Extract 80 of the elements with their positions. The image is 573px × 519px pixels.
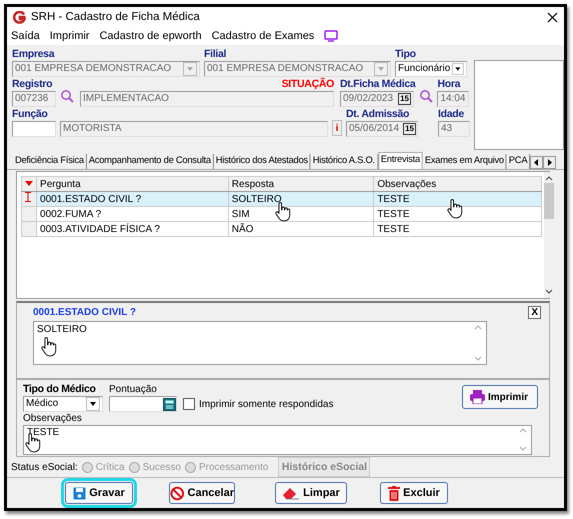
- menu-item[interactable]: Saída: [11, 30, 40, 42]
- id-field[interactable]: 007236: [12, 91, 56, 107]
- name-field[interactable]: IMPLEMENTACAO: [80, 91, 334, 107]
- trash-icon: [388, 486, 400, 500]
- field-label: Dt.Ficha Médica: [340, 78, 416, 91]
- table-cell: TESTE: [374, 222, 542, 236]
- table-cell: NÃO: [228, 222, 374, 236]
- menu-item[interactable]: Cadastro de epworth: [99, 30, 202, 42]
- field-label: Dt. Admissão: [346, 108, 410, 121]
- tab[interactable]: Entrevista: [378, 152, 423, 169]
- action-button[interactable]: Cancelar: [169, 482, 235, 504]
- tab[interactable]: Deficiência Física: [13, 154, 87, 169]
- question-title: 0001.ESTADO CIVIL ?: [33, 307, 136, 318]
- field-label: Pontuação: [109, 384, 158, 396]
- field-label: Hora: [437, 78, 462, 91]
- scroll-up-icon[interactable]: [545, 175, 553, 181]
- eraser-icon: [282, 486, 300, 500]
- close-icon[interactable]: [547, 12, 558, 22]
- description-field[interactable]: MOTORISTA: [60, 121, 328, 137]
- hand-cursor-icon: [274, 201, 292, 222]
- print-button[interactable]: Imprimir: [462, 385, 538, 409]
- scrollbar[interactable]: [544, 172, 554, 298]
- dropdown-field[interactable]: Médico: [23, 396, 103, 412]
- checkbox[interactable]: Imprimir somente respondidas: [183, 398, 334, 410]
- answer-box[interactable]: SOLTEIRO: [33, 321, 487, 365]
- calculator-icon[interactable]: [163, 398, 176, 410]
- tab[interactable]: Acompanhamento de Consulta: [86, 154, 214, 169]
- app-logo-icon: [13, 10, 26, 24]
- close-button[interactable]: X: [528, 306, 541, 319]
- field-label: SITUAÇÃO: [282, 78, 334, 91]
- column-header[interactable]: Pergunta: [36, 176, 228, 192]
- code-field[interactable]: [12, 121, 56, 137]
- status-label: Status eSocial:: [11, 462, 78, 472]
- action-button[interactable]: Excluir: [380, 482, 448, 504]
- menu-item[interactable]: Cadastro de Exames: [212, 30, 314, 42]
- time-field[interactable]: 14:04: [437, 91, 470, 107]
- scroll-left-icon[interactable]: [530, 156, 543, 169]
- hand-cursor-icon: [446, 198, 464, 219]
- field-label: Filial: [204, 48, 228, 61]
- monitor-icon[interactable]: [324, 30, 338, 42]
- scroll-down-icon[interactable]: [545, 289, 553, 295]
- table-cell: 0003.ATIVIDADE FÍSICA ?: [36, 222, 228, 236]
- search-icon[interactable]: [419, 89, 434, 103]
- dropdown-field[interactable]: Funcionário: [395, 61, 467, 77]
- table-row[interactable]: 0001.ESTADO CIVIL ? SOLTEIRO TESTE: [22, 192, 542, 206]
- column-header[interactable]: Observações: [374, 176, 542, 192]
- date-field[interactable]: 09/02/2023 15: [340, 91, 414, 107]
- field-label: Função: [12, 108, 49, 121]
- field-label: Tipo do Médico: [23, 383, 97, 396]
- table-cell: SOLTEIRO: [228, 192, 374, 206]
- column-header[interactable]: Resposta: [228, 176, 374, 192]
- tab[interactable]: Histórico A.S.O.: [310, 154, 378, 169]
- action-button[interactable]: Limpar: [275, 482, 347, 504]
- field-label: Tipo: [395, 48, 417, 61]
- table-cell: 0001.ESTADO CIVIL ?: [36, 192, 228, 206]
- field-label: Idade: [438, 108, 465, 121]
- menu-item[interactable]: Imprimir: [50, 30, 90, 42]
- info-button[interactable]: i: [332, 120, 342, 136]
- notes-box[interactable]: TESTE: [23, 425, 532, 455]
- table-row[interactable]: 0003.ATIVIDADE FÍSICA ? NÃO TESTE: [22, 222, 542, 236]
- field-label: Registro: [12, 78, 54, 91]
- window-title: SRH - Cadastro de Ficha Médica: [31, 11, 201, 23]
- hand-cursor-icon: [40, 336, 58, 357]
- scroll-right-icon[interactable]: [543, 156, 556, 169]
- printer-icon: [470, 390, 485, 404]
- number-field[interactable]: [109, 396, 177, 412]
- age-field[interactable]: 43: [438, 121, 470, 137]
- tab[interactable]: Histórico dos Atestados: [214, 154, 311, 169]
- field-label: Observações: [23, 413, 83, 425]
- tab[interactable]: Exames em Arquivo: [422, 154, 507, 169]
- date-field[interactable]: 05/06/2014 15: [346, 121, 418, 137]
- table-cell: TESTE: [374, 192, 542, 206]
- sort-arrow-icon[interactable]: [25, 180, 33, 186]
- field-label: Empresa: [12, 48, 56, 61]
- no-entry-icon: [170, 486, 185, 500]
- calendar-button[interactable]: 15: [403, 123, 416, 135]
- text-cursor-icon: [25, 192, 31, 202]
- search-icon[interactable]: [60, 89, 74, 103]
- table-cell: 0002.FUMA ?: [36, 206, 228, 222]
- calendar-button[interactable]: 15: [398, 93, 411, 105]
